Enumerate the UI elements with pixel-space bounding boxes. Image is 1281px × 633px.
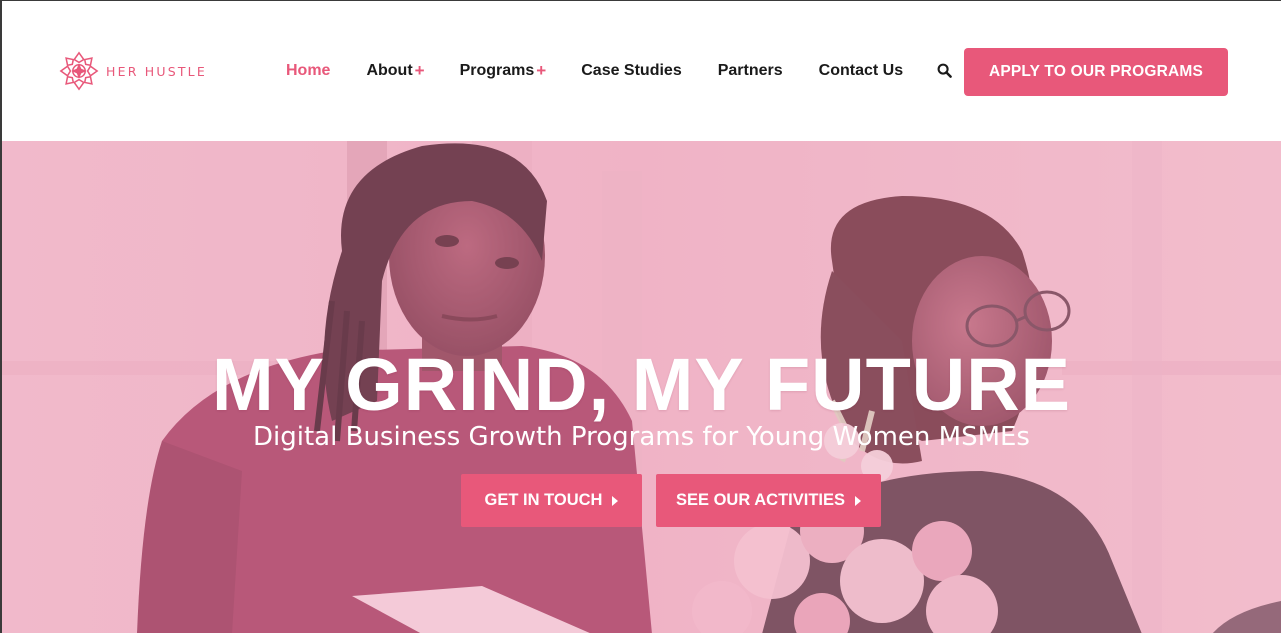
submenu-plus-icon: + — [414, 61, 425, 80]
nav-item-label: Home — [286, 62, 331, 79]
brand-name: HER HUSTLE — [106, 63, 207, 79]
search-icon — [937, 63, 952, 78]
apply-to-programs-button[interactable]: APPLY TO OUR PROGRAMS — [964, 48, 1228, 96]
hero-subtitle: Digital Business Growth Programs for You… — [253, 422, 1030, 452]
see-our-activities-button[interactable]: SEE OUR ACTIVITIES — [656, 474, 881, 527]
submenu-plus-icon: + — [536, 61, 547, 80]
browser-viewport: HER HUSTLE Home About + Programs + Case … — [0, 0, 1281, 633]
nav-item-label: Case Studies — [581, 62, 682, 79]
site-logo[interactable]: HER HUSTLE — [58, 49, 207, 93]
nav-item-about[interactable]: About + — [366, 61, 424, 81]
hero-title: MY GRIND, MY FUTURE — [211, 343, 1072, 426]
get-in-touch-label: GET IN TOUCH — [484, 491, 603, 509]
nav-item-case-studies[interactable]: Case Studies — [581, 62, 681, 80]
hero-section: MY GRIND, MY FUTURE Digital Business Gro… — [2, 141, 1281, 633]
hero-buttons: GET IN TOUCH SEE OUR ACTIVITIES — [461, 474, 881, 527]
nav-item-contact-us[interactable]: Contact Us — [819, 62, 903, 80]
apply-button-label: APPLY TO OUR PROGRAMS — [988, 63, 1204, 80]
nav-item-label: Contact Us — [818, 62, 904, 79]
nav-item-partners[interactable]: Partners — [718, 62, 783, 80]
site-header: HER HUSTLE Home About + Programs + Case … — [2, 1, 1281, 141]
caret-right-icon — [612, 495, 619, 506]
see-our-activities-label: SEE OUR ACTIVITIES — [676, 491, 845, 509]
caret-right-icon — [855, 495, 861, 506]
search-button[interactable] — [937, 63, 953, 79]
nav-item-home[interactable]: Home — [286, 62, 330, 80]
get-in-touch-button[interactable]: GET IN TOUCH — [461, 474, 642, 527]
main-navigation: Home About + Programs + Case Studies Par… — [286, 60, 953, 82]
flower-mandala-icon — [59, 51, 99, 91]
nav-item-label: About — [366, 62, 413, 79]
nav-item-label: Programs — [459, 62, 535, 79]
nav-item-label: Partners — [717, 62, 783, 79]
nav-item-programs[interactable]: Programs + — [460, 61, 547, 81]
